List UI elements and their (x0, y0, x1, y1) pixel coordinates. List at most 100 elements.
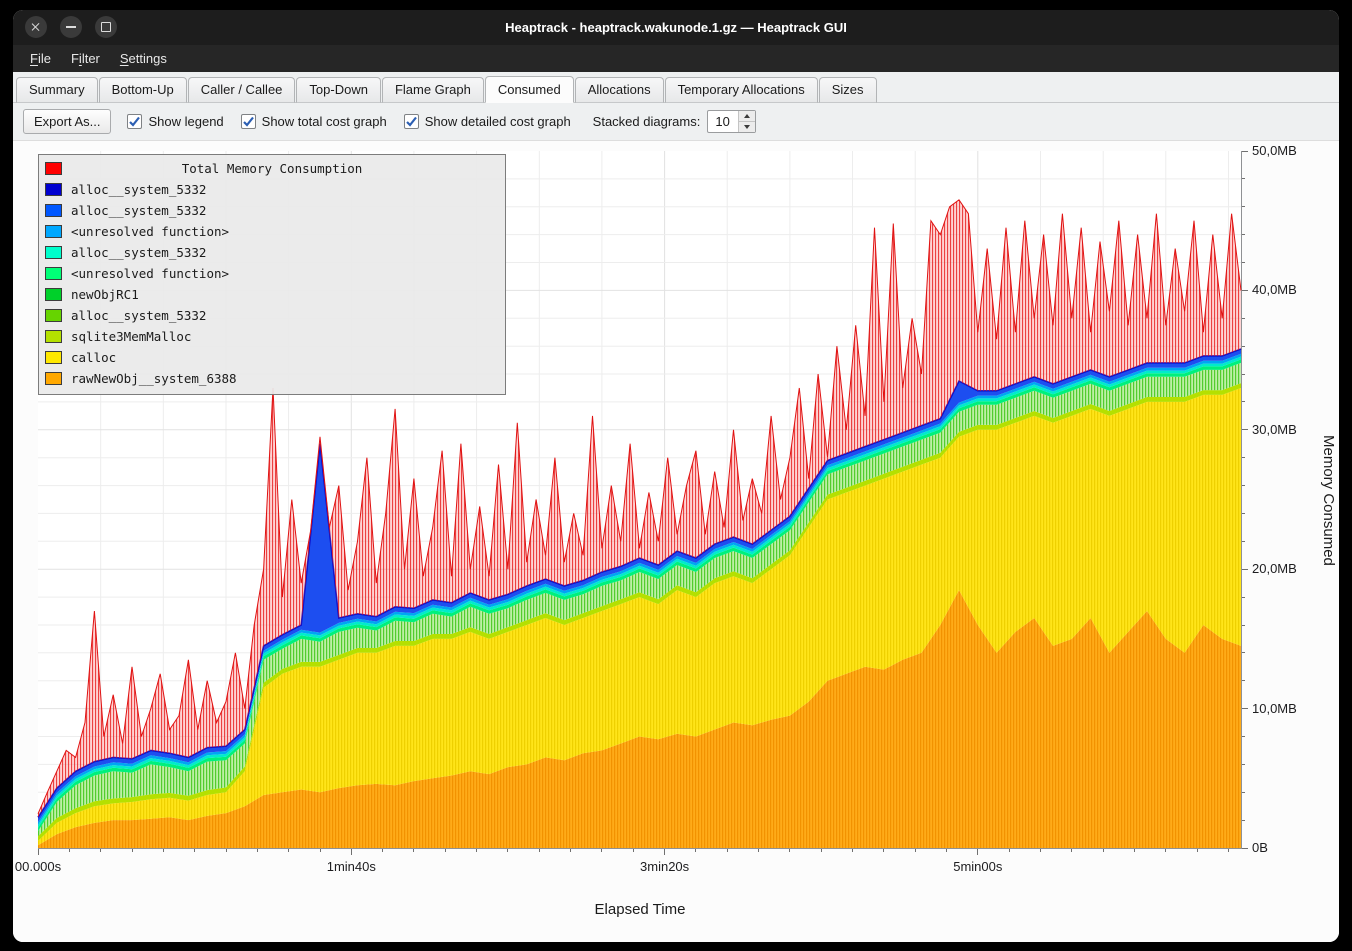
y-tick (1242, 820, 1245, 821)
arrow-down-icon (744, 125, 750, 129)
toolbar: Export As... Show legend Show total cost … (13, 103, 1339, 141)
x-tick (382, 849, 383, 852)
checkbox-show-legend[interactable]: Show legend (127, 114, 223, 129)
y-axis-label: 50,0MB (1252, 143, 1297, 158)
x-tick (821, 849, 822, 852)
chart-legend: Total Memory Consumption alloc__system_5… (38, 154, 506, 395)
x-tick (758, 849, 759, 852)
x-tick (633, 849, 634, 852)
plot-area[interactable]: Total Memory Consumption alloc__system_5… (38, 151, 1242, 849)
spin-up-button[interactable] (739, 111, 755, 122)
x-tick (946, 849, 947, 852)
legend-item-label: newObjRC1 (71, 287, 139, 302)
menu-item-file[interactable]: File (21, 48, 60, 69)
legend-item: sqlite3MemMalloc (39, 326, 505, 347)
x-tick (38, 849, 39, 855)
window-title: Heaptrack - heaptrack.wakunode.1.gz — He… (13, 20, 1339, 35)
x-tick (413, 849, 414, 852)
export-as-button[interactable]: Export As... (23, 109, 111, 134)
x-axis-label: 5min00s (953, 859, 1002, 874)
spin-down-button[interactable] (739, 122, 755, 132)
x-tick (789, 849, 790, 852)
maximize-icon (101, 22, 111, 32)
titlebar: Heaptrack - heaptrack.wakunode.1.gz — He… (13, 10, 1339, 45)
x-tick (69, 849, 70, 852)
y-tick (1242, 708, 1248, 709)
x-tick (883, 849, 884, 852)
y-tick (1242, 262, 1245, 263)
menu-bar: FileFilterSettings (13, 45, 1339, 72)
y-axis-label: 20,0MB (1252, 561, 1297, 576)
legend-item: newObjRC1 (39, 284, 505, 305)
legend-swatch (45, 330, 62, 343)
tab-summary[interactable]: Summary (16, 77, 98, 103)
legend-item: <unresolved function> (39, 263, 505, 284)
stacked-diagrams-spinbox[interactable]: 10 (707, 110, 756, 133)
x-tick (570, 849, 571, 852)
y-tick (1242, 597, 1245, 598)
checkbox-show-detailed-cost-graph[interactable]: Show detailed cost graph (404, 114, 571, 129)
stacked-diagrams-control: Stacked diagrams: 10 (593, 110, 757, 133)
y-tick (1242, 234, 1245, 235)
y-axis-label: 0B (1252, 840, 1268, 855)
y-tick (1242, 680, 1245, 681)
x-axis-title: Elapsed Time (38, 901, 1242, 918)
checkbox-box (241, 114, 256, 129)
x-tick (226, 849, 227, 852)
legend-item-label: <unresolved function> (71, 224, 229, 239)
tab-temporary-allocations[interactable]: Temporary Allocations (665, 77, 818, 103)
x-tick (539, 849, 540, 852)
legend-title-row: Total Memory Consumption (39, 158, 505, 179)
legend-swatch (45, 225, 62, 238)
x-tick (1197, 849, 1198, 852)
tab-top-down[interactable]: Top-Down (296, 77, 381, 103)
close-button[interactable] (25, 16, 47, 38)
y-axis-label: 30,0MB (1252, 422, 1297, 437)
legend-item: alloc__system_5332 (39, 200, 505, 221)
legend-item: alloc__system_5332 (39, 242, 505, 263)
y-tick (1242, 569, 1248, 570)
y-tick (1242, 346, 1245, 347)
y-tick (1242, 290, 1248, 291)
legend-item: <unresolved function> (39, 221, 505, 242)
x-tick (852, 849, 853, 852)
legend-title: Total Memory Consumption (39, 161, 505, 176)
minimize-button[interactable] (60, 16, 82, 38)
maximize-button[interactable] (95, 16, 117, 38)
x-tick (1165, 849, 1166, 852)
x-tick (288, 849, 289, 852)
x-tick (1071, 849, 1072, 852)
check-icon (242, 115, 255, 128)
legend-item-label: rawNewObj__system_6388 (71, 371, 237, 386)
tab-bar: SummaryBottom-UpCaller / CalleeTop-DownF… (13, 72, 1339, 103)
menu-item-settings[interactable]: Settings (111, 48, 176, 69)
x-tick (1009, 849, 1010, 852)
legend-item: alloc__system_5332 (39, 305, 505, 326)
tab-bottom-up[interactable]: Bottom-Up (99, 77, 187, 103)
x-tick (695, 849, 696, 852)
y-tick (1242, 736, 1245, 737)
stacked-diagrams-label: Stacked diagrams: (593, 114, 701, 129)
tab-allocations[interactable]: Allocations (575, 77, 664, 103)
legend-swatch (45, 288, 62, 301)
checkbox-show-total-cost-graph[interactable]: Show total cost graph (241, 114, 387, 129)
x-tick (601, 849, 602, 852)
tab-flame-graph[interactable]: Flame Graph (382, 77, 484, 103)
y-tick (1242, 764, 1245, 765)
x-tick (1134, 849, 1135, 852)
legend-item-label: alloc__system_5332 (71, 203, 206, 218)
menu-item-filter[interactable]: Filter (62, 48, 109, 69)
checkbox-box (404, 114, 419, 129)
checkbox-group: Show legend Show total cost graph Show det… (127, 114, 570, 129)
tab-consumed[interactable]: Consumed (485, 76, 574, 103)
legend-swatch (45, 351, 62, 364)
y-tick (1242, 178, 1245, 179)
legend-swatch-total (45, 162, 62, 175)
tab-sizes[interactable]: Sizes (819, 77, 877, 103)
tab-caller-callee[interactable]: Caller / Callee (188, 77, 296, 103)
legend-item-label: calloc (71, 350, 116, 365)
x-tick (664, 849, 665, 855)
legend-item: rawNewObj__system_6388 (39, 368, 505, 389)
x-tick (100, 849, 101, 852)
y-tick (1242, 625, 1245, 626)
